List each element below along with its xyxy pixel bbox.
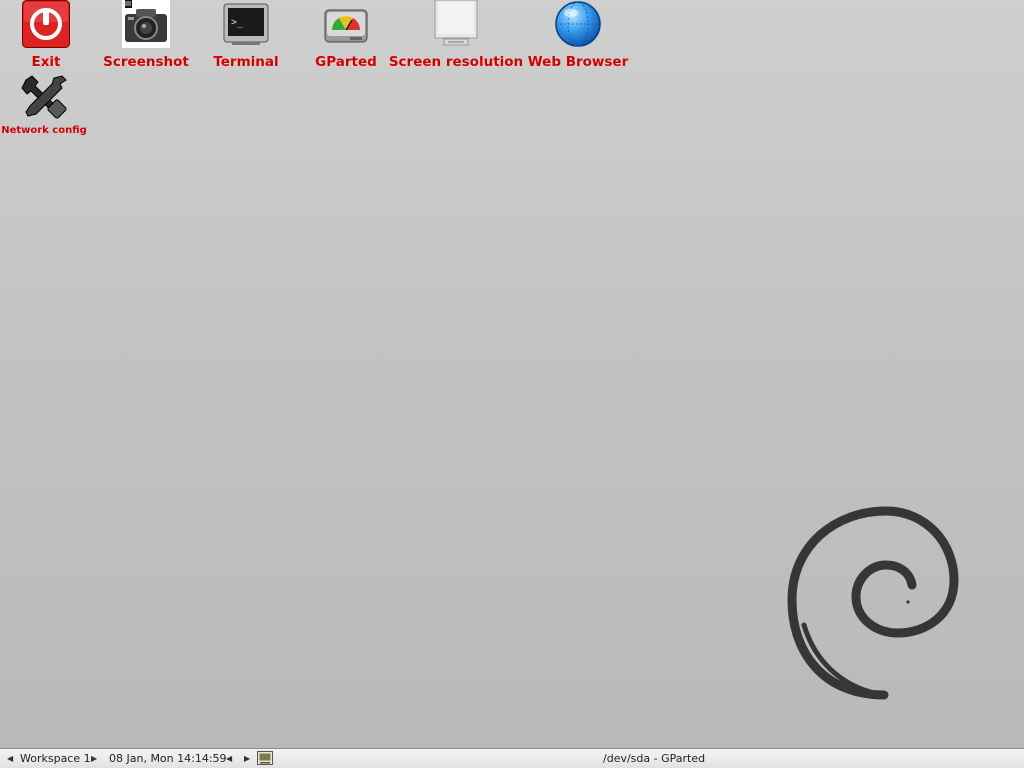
desktop: Exit Screenshot >_ Terminal GParted Scre… — [0, 0, 1024, 748]
desktop-icon-gparted[interactable]: GParted — [306, 0, 386, 70]
desktop-icon-label: Web Browser — [527, 54, 629, 70]
wrench-icon — [20, 72, 68, 120]
monitor-icon — [432, 0, 480, 48]
desktop-icon-label: Screen resolution — [388, 54, 524, 70]
desktop-icon-screen-resolution[interactable]: Screen resolution — [389, 0, 523, 70]
camera-icon — [122, 0, 170, 48]
globe-icon — [554, 0, 602, 48]
power-icon — [22, 0, 70, 48]
workspace-prev-arrow-icon[interactable]: ◀ — [7, 749, 13, 768]
desktop-icon-web-browser[interactable]: Web Browser — [527, 0, 629, 70]
taskbar: ◀ Workspace 1 ▶ 08 Jan, Mon 14:14:59 ◀ ▶… — [0, 748, 1024, 768]
terminal-icon: >_ — [222, 0, 270, 48]
active-window-title[interactable]: /dev/sda - GParted — [603, 749, 705, 768]
desktop-icon-exit[interactable]: Exit — [10, 0, 82, 70]
disk-gauge-icon — [322, 0, 370, 48]
desktop-icon-label: Terminal — [213, 54, 279, 70]
tasks-prev-arrow-icon[interactable]: ◀ — [226, 749, 232, 768]
debian-swirl-logo — [786, 505, 961, 705]
window-app-icon[interactable] — [257, 751, 273, 766]
clock: 08 Jan, Mon 14:14:59 — [109, 752, 227, 765]
workspace-label[interactable]: Workspace 1 — [20, 749, 91, 768]
desktop-icon-label: Network config — [1, 125, 87, 136]
desktop-icon-label: Screenshot — [103, 54, 189, 70]
desktop-icon-terminal[interactable]: >_ Terminal — [206, 0, 286, 70]
tasks-next-arrow-icon[interactable]: ▶ — [244, 749, 250, 768]
desktop-icon-label: GParted — [315, 54, 377, 70]
workspace-next-arrow-icon[interactable]: ▶ — [91, 749, 97, 768]
svg-text:>_: >_ — [231, 17, 244, 28]
desktop-icon-label: Exit — [31, 54, 61, 70]
desktop-icon-screenshot[interactable]: Screenshot — [103, 0, 189, 70]
desktop-icon-network-config[interactable]: Network config — [1, 72, 87, 139]
